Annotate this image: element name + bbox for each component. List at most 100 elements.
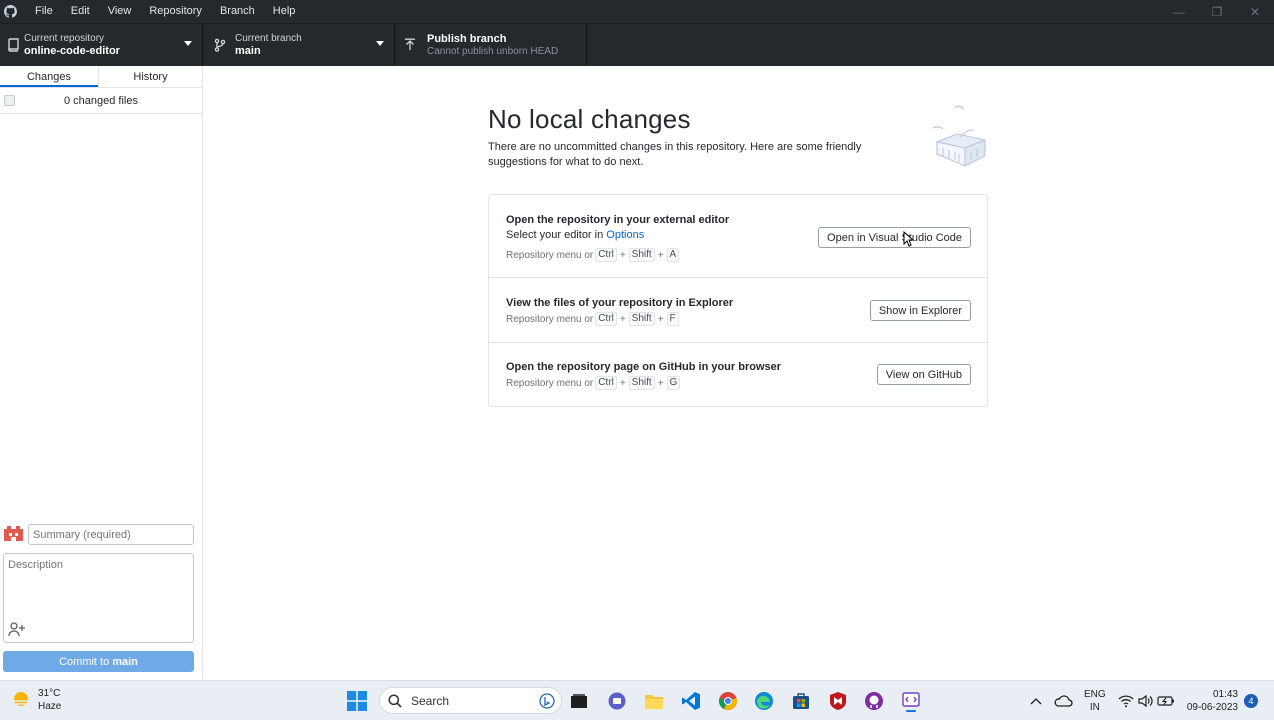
- page-description: There are no uncommitted changes in this…: [488, 141, 862, 168]
- key-shift: Shift: [628, 248, 655, 262]
- menu-help[interactable]: Help: [264, 0, 305, 23]
- no-changes-illustration: [925, 102, 991, 172]
- current-repository-value: online-code-editor: [24, 44, 120, 57]
- task-view-icon[interactable]: [567, 689, 591, 713]
- current-branch-value: main: [235, 44, 261, 57]
- publish-branch-subtitle: Cannot publish unborn HEAD: [427, 45, 559, 57]
- publish-branch-label: Publish branch: [427, 32, 507, 45]
- upload-icon: [399, 38, 421, 52]
- shortcut-hint: Repository menu or Ctrl + Shift + F: [506, 312, 681, 326]
- chevron-up-icon[interactable]: [1024, 689, 1048, 713]
- suggestions-card: Open the repository in your external edi…: [488, 194, 988, 407]
- shortcut-prefix: Repository menu or: [506, 249, 594, 261]
- suggestion-title: Open the repository page on GitHub in yo…: [506, 361, 782, 373]
- suggestion-title: Open the repository in your external edi…: [506, 214, 730, 226]
- sidebar: Changes History 0 changed files Commit t…: [0, 66, 203, 680]
- add-coauthor-icon[interactable]: [8, 621, 26, 637]
- view-on-github-button[interactable]: View on GitHub: [876, 364, 971, 385]
- shortcut-prefix: Repository menu or: [506, 377, 594, 389]
- current-repository-button[interactable]: Current repository online-code-editor: [0, 24, 203, 66]
- menu-file[interactable]: File: [26, 0, 62, 23]
- taskbar-search[interactable]: Search: [379, 687, 562, 714]
- github-desktop-icon[interactable]: [899, 689, 923, 713]
- description-input[interactable]: [4, 554, 193, 624]
- key-letter: F: [666, 312, 679, 326]
- weather-widget[interactable]: 31°C Haze: [10, 687, 61, 713]
- key-shift: Shift: [628, 376, 655, 390]
- key-shift: Shift: [628, 312, 655, 326]
- key-letter: A: [666, 248, 680, 262]
- window-controls: — ❐ ✕: [1160, 0, 1274, 23]
- mcafee-icon[interactable]: [826, 689, 850, 713]
- menu-branch[interactable]: Branch: [211, 0, 264, 23]
- teams-chat-icon[interactable]: [605, 689, 629, 713]
- current-repository-label: Current repository: [24, 32, 105, 44]
- current-branch-label: Current branch: [235, 32, 302, 44]
- key-ctrl: Ctrl: [595, 312, 617, 326]
- avatar: [4, 525, 23, 542]
- microsoft-store-icon[interactable]: [789, 689, 813, 713]
- options-link[interactable]: Options: [606, 229, 644, 241]
- key-letter: G: [666, 376, 681, 390]
- shortcut-hint: Repository menu or Ctrl + Shift + G: [506, 376, 682, 390]
- file-explorer-icon[interactable]: [642, 689, 666, 713]
- chevron-down-icon: [184, 41, 192, 46]
- commit-button-branch: main: [112, 655, 138, 668]
- edge-icon[interactable]: [752, 689, 776, 713]
- system-clock[interactable]: 01:43 09-06-2023: [1186, 688, 1238, 714]
- menu-view[interactable]: View: [99, 0, 141, 23]
- toolbar: Current repository online-code-editor Cu…: [0, 23, 1274, 66]
- search-label: Search: [411, 693, 450, 708]
- select-all-checkbox[interactable]: [4, 95, 15, 106]
- summary-row: [0, 522, 202, 546]
- clock-time: 01:43: [1212, 689, 1238, 700]
- tab-changes[interactable]: Changes: [0, 66, 98, 87]
- weather-temperature: 31°C: [38, 688, 61, 699]
- show-in-explorer-button[interactable]: Show in Explorer: [869, 300, 971, 321]
- suggestion-editor-text: Select your editor in: [506, 229, 607, 241]
- clock-date: 09-06-2023: [1186, 702, 1238, 713]
- weather-sun-icon: [10, 688, 32, 713]
- menu-repository[interactable]: Repository: [140, 0, 211, 23]
- region-code: IN: [1089, 702, 1100, 713]
- restore-icon[interactable]: ❐: [1198, 0, 1236, 23]
- repo-icon: [2, 38, 24, 52]
- key-ctrl: Ctrl: [595, 248, 617, 262]
- language-indicator[interactable]: ENG IN: [1084, 688, 1106, 714]
- chrome-icon[interactable]: [716, 689, 740, 713]
- changed-files-count: 0 changed files: [64, 94, 138, 107]
- branch-icon: [209, 38, 231, 52]
- menu-edit[interactable]: Edit: [62, 0, 99, 23]
- weather-condition: Haze: [38, 701, 62, 712]
- main-panel: No local changes There are no uncommitte…: [203, 66, 1274, 680]
- sidebar-tabs: Changes History: [0, 66, 202, 88]
- page-title: No local changes: [488, 104, 691, 134]
- windows-start-icon[interactable]: [347, 691, 367, 711]
- key-ctrl: Ctrl: [595, 376, 617, 390]
- publish-branch-button[interactable]: Publish branch Cannot publish unborn HEA…: [395, 24, 587, 66]
- chevron-down-icon: [376, 41, 384, 46]
- open-in-vscode-button[interactable]: Open in Visual Studio Code: [818, 227, 971, 248]
- description-box: [3, 553, 194, 643]
- current-branch-button[interactable]: Current branch main: [203, 24, 395, 66]
- close-icon[interactable]: ✕: [1236, 0, 1274, 23]
- onedrive-icon[interactable]: [1051, 689, 1075, 713]
- changed-files-header: 0 changed files: [0, 88, 202, 114]
- language-code: ENG: [1084, 689, 1106, 700]
- minimize-icon[interactable]: —: [1160, 0, 1198, 23]
- bing-icon[interactable]: [539, 693, 555, 709]
- suggestion-view-github: Open the repository page on GitHub in yo…: [489, 343, 987, 406]
- notification-badge[interactable]: 4: [1244, 694, 1258, 708]
- summary-input[interactable]: [28, 524, 194, 545]
- suggestion-open-editor: Open the repository in your external edi…: [489, 195, 987, 278]
- suggestion-editor-line: Select your editor in Options: [506, 229, 644, 241]
- shortcut-hint: Repository menu or Ctrl + Shift + A: [506, 248, 681, 262]
- shortcut-prefix: Repository menu or: [506, 313, 594, 325]
- commit-button-prefix: Commit to: [59, 655, 110, 668]
- commit-button[interactable]: Commit to main: [3, 651, 194, 672]
- vscode-icon[interactable]: [679, 689, 703, 713]
- battery-icon[interactable]: [1154, 689, 1178, 713]
- github-icon[interactable]: [862, 689, 886, 713]
- tab-history[interactable]: History: [98, 66, 202, 87]
- suggestion-title: View the files of your repository in Exp…: [506, 297, 734, 309]
